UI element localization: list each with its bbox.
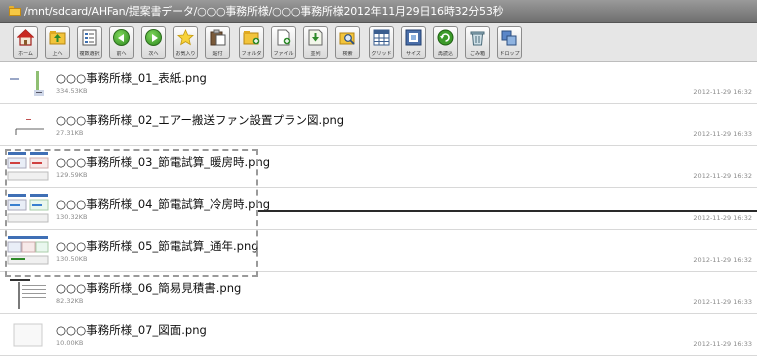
file-date: 2012-11-29 16:32 (693, 214, 752, 222)
file-name: ○○○事務所様_03_節電試算_暖房時.png (56, 155, 271, 169)
file-row[interactable]: ○○○事務所様_01_表紙.png 334.53KB 2012-11-29 16… (0, 62, 757, 104)
paste-icon (210, 29, 226, 46)
file-name: ○○○事務所様_02_エアー搬送ファン設置プラン図.png (56, 113, 345, 127)
file-date: 2012-11-29 16:33 (693, 298, 752, 306)
new-file-icon (277, 29, 291, 46)
home-button[interactable]: ホーム (13, 26, 38, 59)
drop-button[interactable]: ドロップ (497, 26, 522, 59)
back-arrow-icon (113, 29, 130, 46)
grid-icon (373, 29, 390, 46)
file-size: 82.32KB (56, 297, 84, 305)
forward-arrow-icon (145, 29, 162, 46)
file-name: ○○○事務所様_06_簡易見積書.png (56, 281, 242, 295)
toolbar: ホーム 上へ 複数選択 前へ 次へ お気入り 貼付 フォルダ ファイル 並列 検… (0, 23, 757, 62)
home-icon (17, 29, 34, 46)
file-thumbnail (6, 108, 51, 141)
file-thumbnail (6, 318, 51, 351)
drag-indicator-line (258, 210, 757, 212)
refresh-icon (437, 29, 454, 46)
size-icon (405, 29, 422, 46)
file-date: 2012-11-29 16:32 (693, 256, 752, 264)
file-row[interactable]: ○○○事務所様_03_節電試算_暖房時.png 129.59KB 2012-11… (0, 146, 757, 188)
file-name: ○○○事務所様_07_図面.png (56, 323, 207, 337)
grid-button[interactable]: グリッド (369, 26, 394, 59)
file-row[interactable]: ○○○事務所様_02_エアー搬送ファン設置プラン図.png 27.31KB 20… (0, 104, 757, 146)
file-date: 2012-11-29 16:33 (693, 130, 752, 138)
file-thumbnail (6, 66, 51, 99)
search-button[interactable]: 検索 (335, 26, 360, 59)
favorites-button[interactable]: お気入り (173, 26, 198, 59)
file-date: 2012-11-29 16:33 (693, 340, 752, 348)
file-row[interactable]: ○○○事務所様_06_簡易見積書.png 82.32KB 2012-11-29 … (0, 272, 757, 314)
paste-button[interactable]: 貼付 (205, 26, 230, 59)
refresh-button[interactable]: 再読込 (433, 26, 458, 59)
current-path: /mnt/sdcard/AHFan/提案書データ/○○○事務所様/○○○事務所様… (24, 5, 504, 18)
multi-select-icon (82, 29, 97, 46)
file-row[interactable]: ○○○事務所様_05_節電試算_通年.png 130.50KB 2012-11-… (0, 230, 757, 272)
file-thumbnail (6, 192, 51, 225)
file-size: 129.59KB (56, 171, 88, 179)
file-name: ○○○事務所様_04_節電試算_冷房時.png (56, 197, 271, 211)
file-row[interactable]: ○○○事務所様_04_節電試算_冷房時.png 130.32KB 2012-11… (0, 188, 757, 230)
file-thumbnail (6, 150, 51, 183)
file-date: 2012-11-29 16:32 (693, 88, 752, 96)
up-button[interactable]: 上へ (45, 26, 70, 59)
star-icon (177, 29, 194, 46)
search-icon (339, 32, 355, 45)
file-size: 334.53KB (56, 87, 88, 95)
file-date: 2012-11-29 16:32 (693, 172, 752, 180)
file-name: ○○○事務所様_01_表紙.png (56, 71, 207, 85)
trash-icon (470, 31, 485, 46)
sort-icon (308, 29, 323, 46)
path-bar: /mnt/sdcard/AHFan/提案書データ/○○○事務所様/○○○事務所様… (0, 0, 757, 23)
size-button[interactable]: サイズ (401, 26, 426, 59)
file-thumbnail (6, 234, 51, 267)
forward-button[interactable]: 次へ (141, 26, 166, 59)
new-file-button[interactable]: ファイル (271, 26, 296, 59)
file-name: ○○○事務所様_05_節電試算_通年.png (56, 239, 259, 253)
file-thumbnail (6, 276, 51, 309)
multi-select-button[interactable]: 複数選択 (77, 26, 102, 59)
folder-up-icon (49, 31, 66, 45)
trash-button[interactable]: ごみ箱 (465, 26, 490, 59)
file-size: 130.50KB (56, 255, 88, 263)
sort-button[interactable]: 並列 (303, 26, 328, 59)
new-folder-icon (243, 31, 260, 45)
file-size: 27.31KB (56, 129, 84, 137)
new-folder-button[interactable]: フォルダ (239, 26, 264, 59)
file-row[interactable]: ○○○事務所様_07_図面.png 10.00KB 2012-11-29 16:… (0, 314, 757, 356)
file-size: 130.32KB (56, 213, 88, 221)
folder-icon (9, 6, 21, 16)
drop-icon (501, 30, 517, 46)
file-size: 10.00KB (56, 339, 84, 347)
back-button[interactable]: 前へ (109, 26, 134, 59)
